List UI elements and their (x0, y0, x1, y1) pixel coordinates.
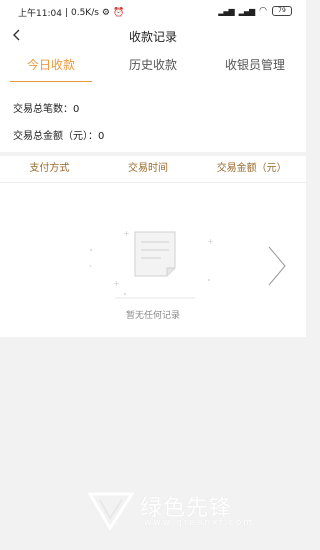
watermark-url: www.greenxf.com (144, 518, 255, 528)
nav-bar: 收款记录 (0, 22, 306, 48)
alarm-icon: ⏰ (113, 7, 125, 18)
tab-today[interactable]: 今日收款 (0, 48, 102, 82)
status-bar: 上午11:04 | 0.5K/s ⚙ ⏰ ▂▄▆ ▂▄▆ ◠ 79 (0, 0, 306, 22)
total-amount-label: 交易总金额（元）： (13, 131, 98, 142)
column-transaction-time: 交易时间 (128, 163, 169, 174)
svg-text:+: + (123, 229, 130, 238)
tab-bar: 今日收款 历史收款 收银员管理 (0, 48, 306, 82)
total-amount-row: 交易总金额（元）：0 (13, 127, 104, 142)
settings-status-icon: ⚙ (101, 7, 110, 18)
signal-icon: ▂▄▆ (218, 6, 235, 16)
chevron-right-icon[interactable] (263, 243, 291, 289)
wifi-icon: ◠ (259, 6, 267, 16)
column-payment-method: 支付方式 (29, 163, 70, 174)
total-count-row: 交易总笔数：0 (13, 100, 79, 115)
page-title: 收款记录 (128, 30, 177, 44)
tab-history[interactable]: 历史收款 (102, 48, 204, 82)
tab-cashier-management[interactable]: 收银员管理 (204, 48, 306, 82)
empty-state: + + + 暂无任何记录 (0, 183, 306, 337)
column-transaction-amount: 交易金额（元） (216, 163, 287, 174)
status-left: 上午11:04 | 0.5K/s ⚙ ⏰ (18, 6, 125, 20)
signal-icon-2: ▂▄▆ (238, 6, 256, 16)
status-right: ▂▄▆ ▂▄▆ ◠ 79 (218, 6, 292, 16)
table-header: 支付方式 交易时间 交易金额（元） (0, 156, 306, 183)
total-count-value: 0 (73, 104, 80, 115)
status-divider: | (64, 7, 68, 18)
watermark: 绿色先锋 www.greenxf.com (88, 488, 298, 536)
watermark-logo-icon (88, 492, 134, 531)
svg-text:+: + (113, 279, 120, 288)
summary-section: 交易总笔数：0 交易总金额（元）：0 (0, 82, 306, 152)
total-count-label: 交易总笔数： (13, 104, 73, 115)
total-amount-value: 0 (98, 131, 105, 142)
status-time: 上午11:04 (18, 9, 62, 19)
empty-document-icon: + + + (89, 229, 214, 299)
network-speed: 0.5K/s (70, 7, 99, 18)
svg-text:+: + (207, 237, 214, 246)
empty-message: 暂无任何记录 (125, 311, 180, 321)
battery-icon: 79 (272, 6, 292, 16)
